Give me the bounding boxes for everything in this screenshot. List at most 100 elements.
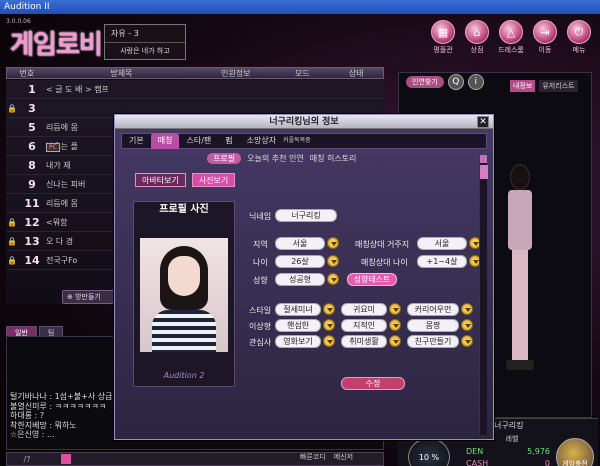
make-room-button[interactable]: ⊕ 방만들기	[62, 290, 114, 304]
nav-move-button[interactable]: ⇥ 이동	[530, 20, 560, 55]
tab-user-list[interactable]: 유저리스트	[539, 80, 578, 92]
chat-send-arrow-icon[interactable]	[61, 454, 71, 464]
region-dropdown[interactable]	[327, 237, 339, 249]
region-value: 서울	[275, 237, 325, 250]
scroll-thumb[interactable]	[480, 165, 488, 179]
messenger-button[interactable]: 메신저	[334, 452, 353, 462]
channel-label: 자유 - 3	[111, 29, 139, 38]
cash-balance: CASH 0	[466, 459, 550, 466]
currency-list: DEN 5,976 CASH 0	[466, 446, 550, 466]
tab-wish-box[interactable]: 소망상자	[240, 133, 283, 149]
chat-line: 착한지베망 : 뭐하노	[10, 420, 77, 430]
dialog-subtabs: 프로필 오늘의 추천 인연 매칭 히스토리	[121, 151, 487, 165]
personality-label: 성향	[253, 276, 268, 285]
close-icon[interactable]: ✕	[477, 116, 489, 128]
style-value-2: 귀요미	[341, 303, 387, 316]
interest-dropdown-2[interactable]	[389, 335, 401, 347]
dialog-scrollbar[interactable]	[479, 155, 488, 435]
room-list-header: 번호 방제목 인원정보 모드 상태	[6, 67, 384, 79]
tab-basic[interactable]: 기본	[122, 133, 151, 149]
lock-icon: 🔒	[7, 255, 17, 265]
region-label: 지역	[253, 240, 268, 249]
tab-matching[interactable]: 매칭	[150, 133, 180, 149]
lobby-message: 사랑은 네가 하고	[105, 42, 185, 59]
interest-dropdown-1[interactable]	[323, 335, 335, 347]
age-dropdown[interactable]	[327, 255, 339, 267]
lock-icon: 🔒	[7, 103, 17, 113]
pc-badge: PC	[46, 143, 60, 152]
lock-icon: 🔒	[7, 236, 17, 246]
ideal-dropdown-2[interactable]	[389, 319, 401, 331]
style-dropdown-1[interactable]	[323, 303, 335, 315]
nav-menu-button[interactable]: ⏻ 메뉴	[564, 20, 594, 55]
photo-title: 프로필 사진	[159, 204, 209, 215]
match-age-value: +1~4살	[417, 255, 467, 268]
interest-value-1: 영화보기	[275, 335, 321, 348]
table-row[interactable]: 1 < 글 도 배 > 캠프	[6, 80, 384, 99]
ideal-dropdown-3[interactable]	[461, 319, 473, 331]
col-title: 방제목	[110, 69, 133, 78]
search-icon[interactable]: Q	[447, 74, 464, 90]
col-mode: 모드	[295, 69, 310, 78]
character-avatar	[500, 164, 540, 384]
tab-profile[interactable]: 프로필	[207, 152, 242, 164]
edit-button[interactable]: 수정	[341, 377, 405, 390]
tab-pet[interactable]: 펌	[218, 133, 239, 149]
scroll-up-icon[interactable]	[480, 155, 487, 163]
col-number: 번호	[19, 69, 35, 78]
den-balance: DEN 5,976	[466, 447, 550, 456]
interest-label: 관심사	[249, 338, 272, 347]
tab-couple[interactable]: 커플독목중	[283, 133, 311, 149]
style-dropdown-2[interactable]	[389, 303, 401, 315]
profile-photo	[140, 238, 228, 352]
tab-match-history[interactable]: 매칭 히스토리	[310, 153, 357, 164]
profile-dialog: 너구리킹님의 정보 ✕ 기본 매칭 스타/팬 펌 소망상자 커플독목중 프로필 …	[114, 114, 494, 440]
style-dropdown-3[interactable]	[461, 303, 473, 315]
nav-shop-button[interactable]: ⌂ 상점	[462, 20, 492, 55]
dialog-title: 너구리킹님의 정보	[115, 115, 493, 129]
power-icon: ⏻	[567, 20, 591, 44]
hanger-icon: △	[499, 20, 523, 44]
tab-my-info[interactable]: 내정보	[510, 80, 536, 92]
nickname-value: 너구리킹	[275, 209, 337, 222]
col-people: 인원정보	[221, 69, 251, 78]
lock-icon: 🔒	[7, 217, 17, 227]
interest-dropdown-3[interactable]	[461, 335, 473, 347]
chat-line: ☆은신영 : ...	[10, 430, 55, 439]
nav-dressroom-button[interactable]: △ 드레스룸	[496, 20, 526, 55]
match-region-value: 서울	[417, 237, 467, 250]
window-title: Audition II	[0, 0, 600, 14]
building-icon: ▦	[431, 20, 455, 44]
photo-view-button[interactable]: 사진보기	[191, 173, 236, 187]
ideal-value-1: 핸섬한	[275, 319, 321, 332]
lobby-logo: 게임로비	[10, 30, 103, 60]
chat-input[interactable]: /?	[7, 455, 47, 464]
ideal-label: 이상형	[249, 322, 272, 331]
profile-photo-frame: 프로필 사진 Audition 2	[133, 201, 235, 387]
tab-star-fan[interactable]: 스타/팬	[179, 133, 218, 149]
personality-test-button[interactable]: 성향테스트	[347, 273, 397, 286]
chat-line: 털기바나나 : 1섬+불+사 상급 꼬	[10, 392, 123, 401]
match-region-label: 매칭상대 거주지	[355, 240, 410, 249]
quick-coordi-button[interactable]: 빠른코디	[300, 452, 326, 462]
nickname-label: 닉네임	[249, 212, 272, 221]
nav-plaza-button[interactable]: ▦ 평플관	[428, 20, 458, 55]
ideal-value-3: 몸짱	[407, 319, 459, 332]
personality-dropdown[interactable]	[327, 273, 339, 285]
ideal-value-2: 지적인	[341, 319, 387, 332]
personality-value: 성공형	[275, 273, 325, 286]
room-info: 자유 - 3 사랑은 네가 하고	[104, 24, 186, 60]
avatar-view-button[interactable]: 아바타보기	[135, 173, 186, 187]
style-value-1: 절세미녀	[275, 303, 321, 316]
right-panel-tabs: 내정보 유저리스트	[510, 80, 578, 92]
door-icon: ⇥	[533, 20, 557, 44]
col-status: 상태	[348, 69, 364, 78]
character-name: 너구리킹	[494, 421, 524, 430]
tab-today-recommend[interactable]: 오늘의 추천 인연	[247, 153, 304, 164]
info-icon[interactable]: i	[467, 74, 484, 90]
style-label: 스타일	[249, 306, 272, 315]
find-match-button[interactable]: 인연찾기	[406, 76, 444, 88]
match-age-label: 매칭상대 나이	[361, 258, 408, 267]
ideal-dropdown-1[interactable]	[323, 319, 335, 331]
dialog-tabs: 기본 매칭 스타/팬 펌 소망상자 커플독목중	[121, 133, 487, 149]
